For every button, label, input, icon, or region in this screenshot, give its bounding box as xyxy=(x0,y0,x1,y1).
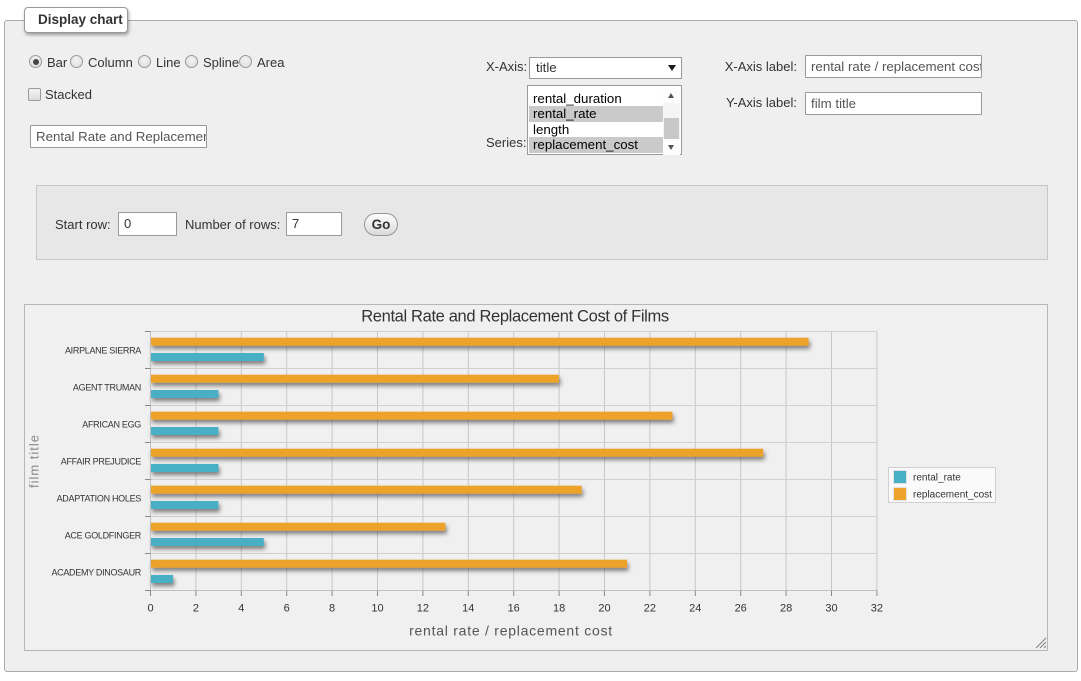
svg-text:28: 28 xyxy=(780,603,792,615)
svg-text:rental rate / replacement cost: rental rate / replacement cost xyxy=(409,623,613,639)
svg-text:8: 8 xyxy=(329,603,335,615)
svg-text:14: 14 xyxy=(462,603,474,615)
svg-text:20: 20 xyxy=(598,603,610,615)
svg-text:22: 22 xyxy=(644,603,656,615)
svg-text:Rental Rate and Replacement Co: Rental Rate and Replacement Cost of Film… xyxy=(361,308,669,326)
svg-text:AFRICAN EGG: AFRICAN EGG xyxy=(82,420,141,430)
svg-text:18: 18 xyxy=(553,603,565,615)
svg-text:ACADEMY DINOSAUR: ACADEMY DINOSAUR xyxy=(51,568,141,578)
svg-text:2: 2 xyxy=(193,603,199,615)
svg-text:AIRPLANE SIERRA: AIRPLANE SIERRA xyxy=(65,346,141,356)
svg-text:0: 0 xyxy=(147,603,153,615)
svg-text:30: 30 xyxy=(825,603,837,615)
svg-text:32: 32 xyxy=(871,603,883,615)
svg-text:AGENT TRUMAN: AGENT TRUMAN xyxy=(73,383,141,393)
svg-text:24: 24 xyxy=(689,603,701,615)
svg-text:film title: film title xyxy=(27,434,42,488)
svg-text:12: 12 xyxy=(417,603,429,615)
svg-text:16: 16 xyxy=(508,603,520,615)
svg-text:4: 4 xyxy=(238,603,244,615)
svg-text:replacement_cost: replacement_cost xyxy=(913,490,992,501)
svg-text:26: 26 xyxy=(735,603,747,615)
svg-text:ADAPTATION HOLES: ADAPTATION HOLES xyxy=(57,494,142,504)
svg-text:ACE GOLDFINGER: ACE GOLDFINGER xyxy=(65,531,142,541)
svg-text:10: 10 xyxy=(371,603,383,615)
svg-text:6: 6 xyxy=(284,603,290,615)
svg-text:AFFAIR PREJUDICE: AFFAIR PREJUDICE xyxy=(61,457,142,467)
svg-text:rental_rate: rental_rate xyxy=(913,473,961,484)
